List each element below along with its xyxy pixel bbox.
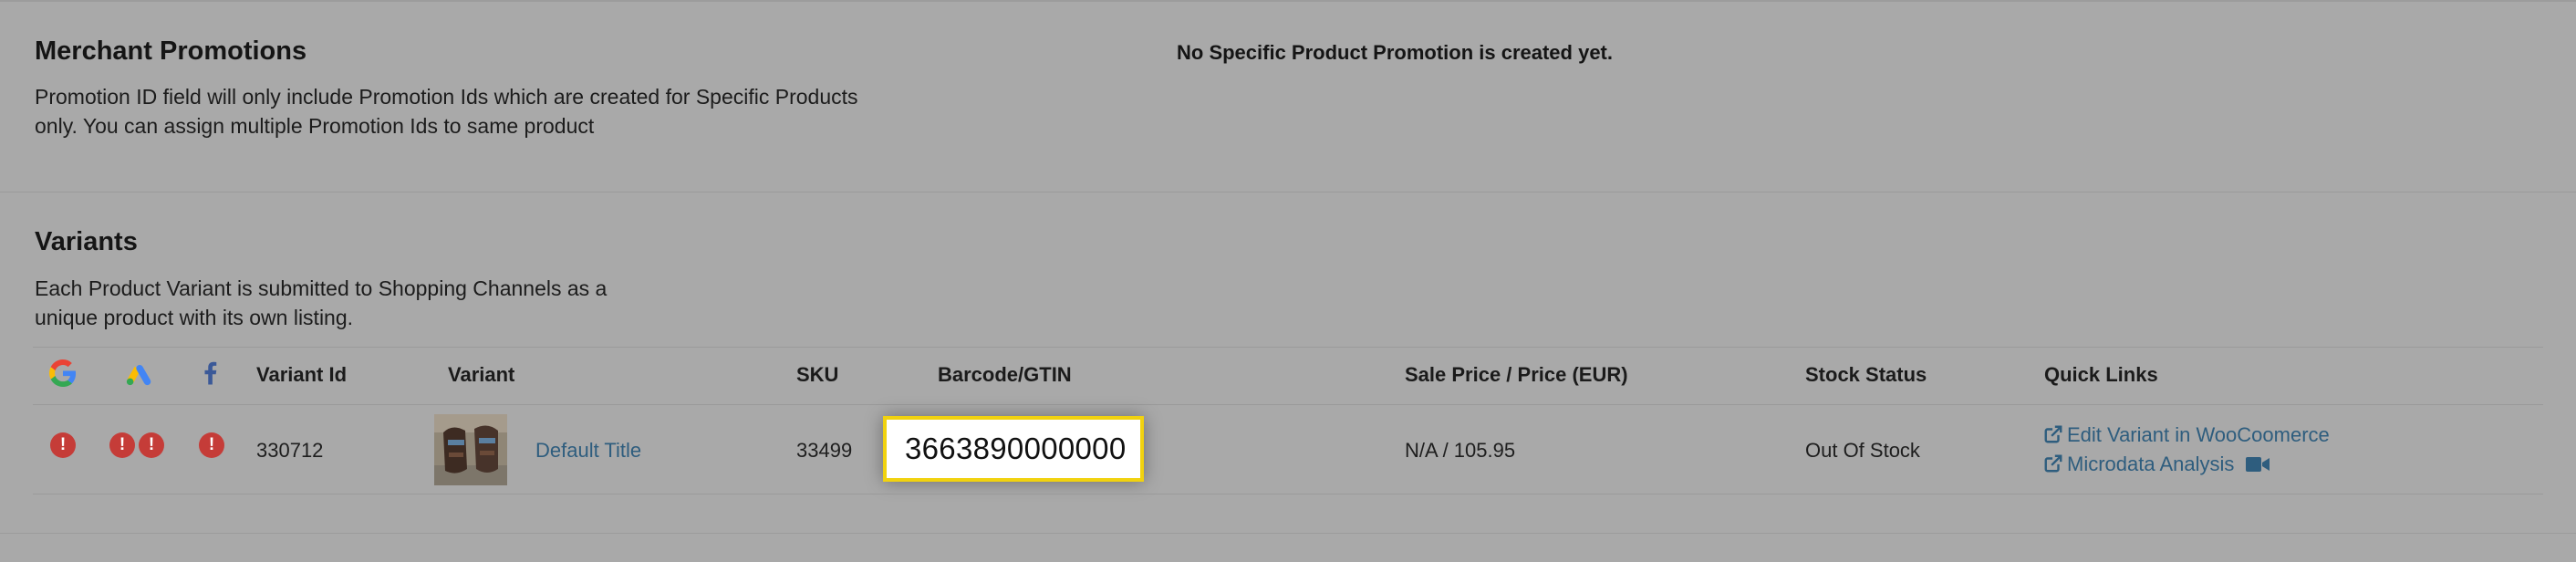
edit-variant-link-label: Edit Variant in WooCoomerce [2067, 423, 2330, 446]
google-error-icon[interactable]: ! [50, 432, 76, 458]
microdata-analysis-link[interactable]: Microdata Analysis [2043, 453, 2270, 476]
facebook-icon [204, 361, 217, 385]
column-header-variant: Variant [448, 363, 515, 386]
google-icon [49, 359, 77, 387]
variant-id: 330712 [256, 439, 324, 462]
variants-description-line1: Each Product Variant is submitted to Sho… [35, 276, 608, 300]
column-header-quick-links: Quick Links [2044, 363, 2158, 386]
variant-stock-status: Out Of Stock [1805, 439, 1920, 462]
promotions-title: Merchant Promotions [35, 36, 307, 66]
column-header-barcode: Barcode/GTIN [938, 363, 1072, 386]
variants-description-line2: unique product with its own listing. [35, 306, 354, 329]
column-header-price: Sale Price / Price (EUR) [1405, 363, 1628, 386]
external-link-icon [2044, 425, 2062, 443]
edit-variant-link[interactable]: Edit Variant in WooCoomerce [2043, 423, 2330, 447]
column-header-stock-status: Stock Status [1805, 363, 1927, 386]
product-thumbnail [434, 414, 507, 485]
top-divider [0, 0, 2576, 2]
promotions-description-line1: Promotion ID field will only include Pro… [35, 85, 858, 109]
table-header-border [33, 404, 2543, 405]
google-ads-icon [126, 364, 151, 386]
no-promotion-message: No Specific Product Promotion is created… [1177, 41, 1613, 64]
barcode-highlight[interactable]: 3663890000000 [883, 416, 1144, 482]
google-ads-error-icon[interactable]: ! [109, 432, 135, 458]
microdata-analysis-link-label: Microdata Analysis [2067, 453, 2235, 475]
column-header-sku: SKU [796, 363, 839, 386]
bottom-divider [0, 533, 2576, 534]
promotions-description-line2: only. You can assign multiple Promotion … [35, 114, 595, 138]
variants-title: Variants [35, 227, 138, 256]
section-divider [0, 192, 2576, 193]
google-ads-error-icon-2[interactable]: ! [139, 432, 164, 458]
column-header-variant-id: Variant Id [256, 363, 348, 386]
variant-sku: 33499 [796, 439, 853, 462]
video-camera-icon [2245, 457, 2270, 472]
variants-description: Each Product Variant is submitted to Sho… [35, 274, 607, 332]
facebook-error-icon[interactable]: ! [199, 432, 224, 458]
table-top-border [33, 347, 2543, 348]
promotions-description: Promotion ID field will only include Pro… [35, 82, 858, 140]
external-link-icon [2044, 454, 2062, 473]
variant-title-link[interactable]: Default Title [535, 439, 641, 463]
variant-price: N/A / 105.95 [1405, 439, 1516, 462]
